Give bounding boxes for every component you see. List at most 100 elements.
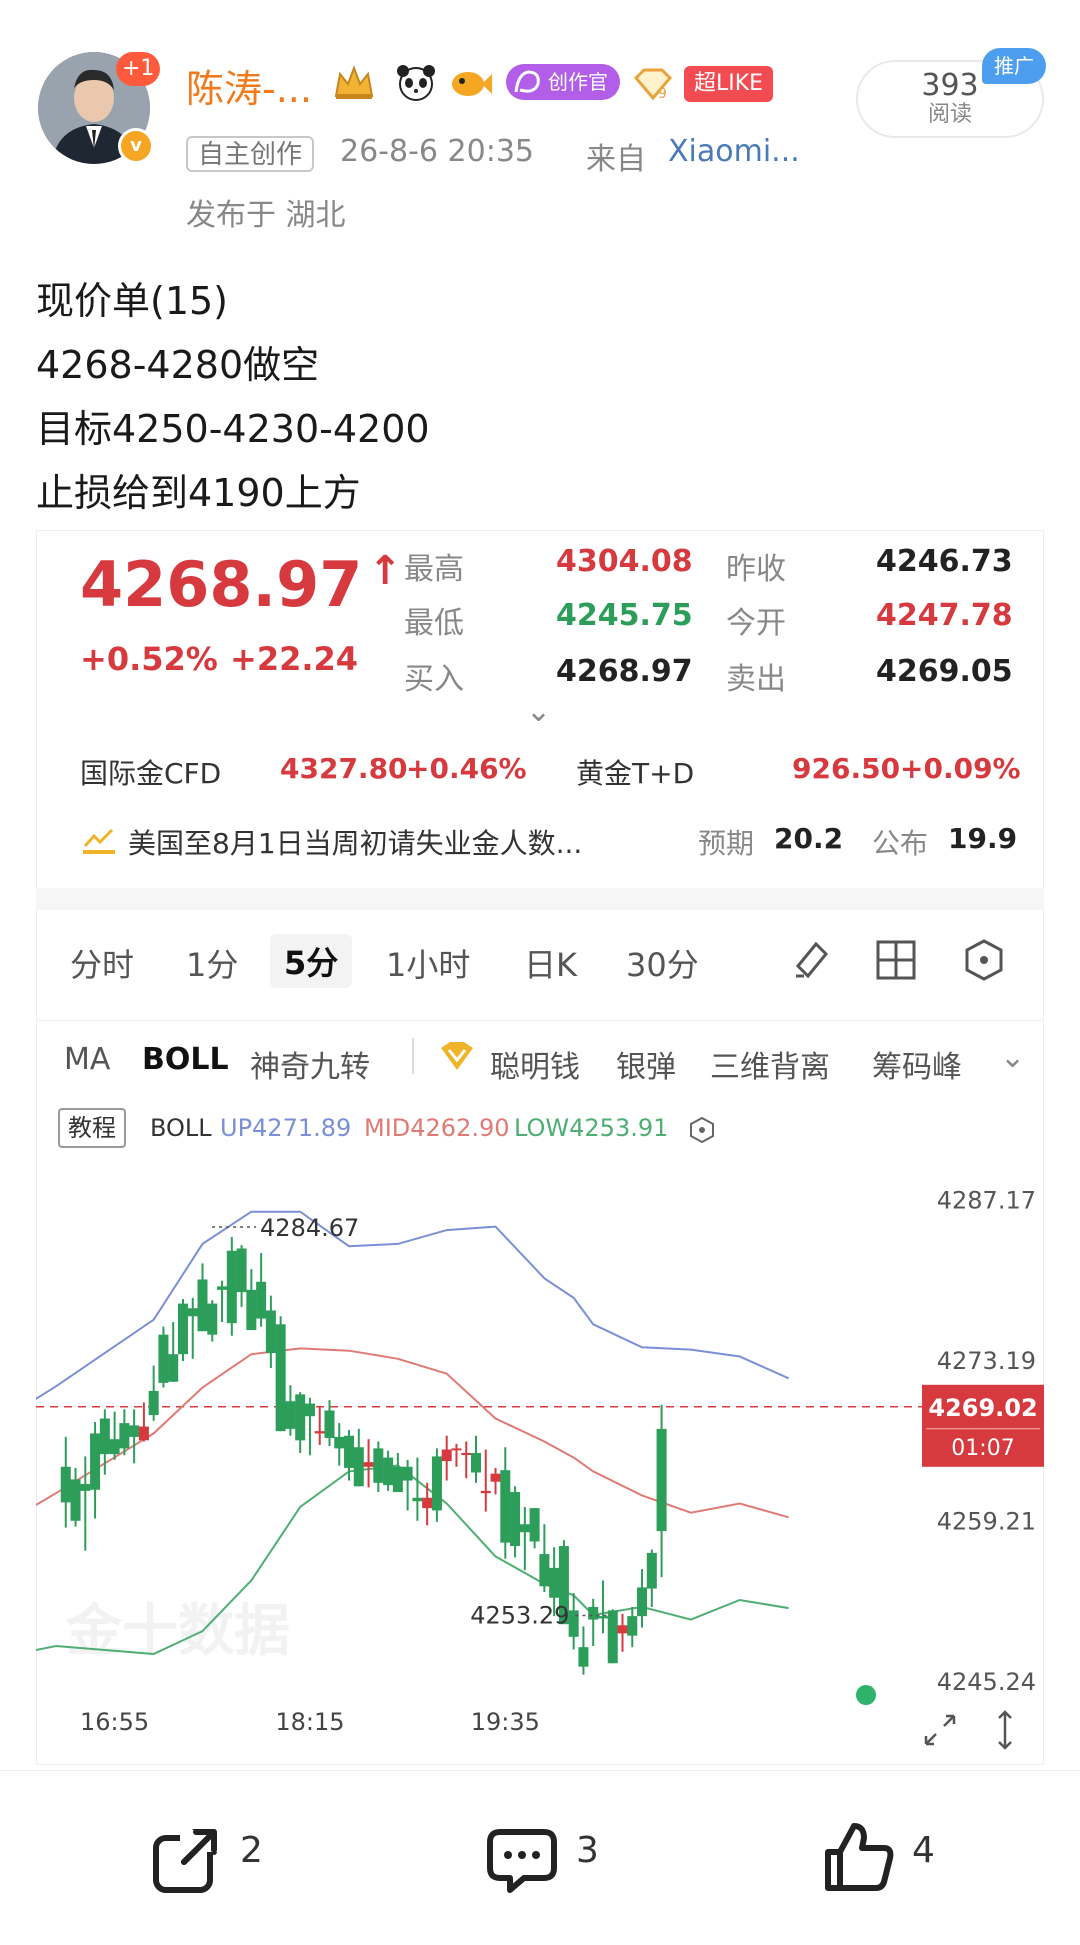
bid-value: 4268.97 [556, 654, 693, 689]
draw-tool-icon[interactable] [790, 936, 834, 984]
section-divider [36, 888, 1044, 910]
high-marker-label: 4284.67 [260, 1214, 359, 1242]
post-line-4: 止损给到4190上方 [36, 471, 361, 515]
td-percent: +0.09% [900, 752, 1021, 785]
indicator-magic-nine[interactable]: 神奇九转 [250, 1042, 370, 1086]
actions-divider [0, 1770, 1080, 1771]
indicator-expand-icon[interactable]: ⌄ [1000, 1040, 1025, 1075]
candle-body [285, 1401, 296, 1429]
tab-30min[interactable]: 30分 [626, 940, 699, 986]
candle-body [304, 1403, 315, 1417]
candle-body [158, 1334, 169, 1383]
candle-body [60, 1466, 71, 1503]
candle-body [246, 1289, 257, 1331]
candle-body [363, 1462, 374, 1467]
comment-count[interactable]: 3 [576, 1830, 599, 1871]
candle-body [490, 1473, 501, 1482]
expect-label: 预期 [698, 827, 755, 860]
candle-body [138, 1426, 149, 1441]
fullscreen-icon[interactable] [920, 1710, 960, 1754]
ask-value: 4269.05 [876, 654, 1013, 689]
layout-grid-icon[interactable] [876, 940, 916, 984]
source-prefix: 来自 [586, 142, 646, 177]
x-tick-label: 18:15 [275, 1708, 344, 1736]
boll-name: BOLL [150, 1114, 212, 1142]
candle-body [539, 1554, 550, 1587]
like-count[interactable]: 4 [912, 1830, 935, 1871]
crown-icon [332, 62, 376, 102]
candle-body [187, 1308, 198, 1317]
y-tick-label: 4245.24 [937, 1668, 1036, 1696]
tab-1min[interactable]: 1分 [186, 940, 238, 986]
comment-icon[interactable] [484, 1822, 560, 1902]
tab-timeshare[interactable]: 分时 [70, 940, 134, 986]
candle-body [588, 1606, 599, 1620]
current-price: 4268.97 ↑ [80, 548, 402, 621]
cfd-label[interactable]: 国际金CFD [80, 752, 221, 792]
news-headline[interactable]: 美国至8月1日当周初请失业金人数... [128, 822, 582, 862]
candle-body [344, 1435, 355, 1468]
expand-chevron-icon[interactable]: ⌄ [526, 694, 551, 729]
vertical-zoom-icon[interactable] [990, 1708, 1020, 1756]
candle-body [461, 1452, 472, 1455]
tab-5min[interactable]: 5分 [270, 934, 353, 988]
indicator-3d-divergence[interactable]: 三维背离 [710, 1042, 830, 1086]
candle-body [441, 1449, 452, 1462]
post-line-3: 目标4250-4230-4200 [36, 407, 430, 451]
settings-hex-icon[interactable] [962, 938, 1006, 986]
candle-body [392, 1466, 403, 1493]
tab-daily[interactable]: 日K [524, 940, 577, 986]
boll-settings-icon[interactable] [688, 1116, 716, 1148]
up-arrow-icon: ↑ [368, 548, 402, 594]
candle-body [656, 1428, 667, 1532]
change-value: +22.24 [230, 640, 359, 678]
expect-value: 20.2 [774, 822, 844, 855]
bid-label: 买入 [404, 662, 464, 697]
candle-body [168, 1354, 179, 1382]
indicator-boll[interactable]: BOLL [142, 1042, 229, 1077]
candle-body [431, 1456, 442, 1511]
like-icon[interactable] [820, 1818, 898, 1900]
candle-body [500, 1470, 511, 1543]
change-percent: +0.52% [80, 640, 218, 678]
candle-body [119, 1423, 130, 1449]
candle-body [265, 1310, 276, 1354]
x-tick-label: 16:55 [80, 1708, 149, 1736]
candle-body [148, 1390, 159, 1416]
indicator-chip-peak[interactable]: 筹码峰 [872, 1042, 962, 1086]
candle-body [226, 1250, 237, 1324]
candle-body [578, 1647, 589, 1667]
high-label: 最高 [404, 552, 464, 587]
indicator-silver-bullet[interactable]: 银弹 [616, 1042, 676, 1086]
boll-low: LOW4253.91 [514, 1114, 669, 1142]
countdown-label: 01:07 [951, 1436, 1014, 1461]
smart-money-icon [438, 1040, 476, 1078]
share-count[interactable]: 2 [240, 1830, 263, 1871]
candle-body [80, 1484, 91, 1491]
candle-body [109, 1439, 120, 1455]
source-link[interactable]: Xiaomi... [668, 134, 800, 169]
candle-body [637, 1587, 648, 1617]
candlestick-chart[interactable]: 金十数据 4287.17 4273.19 4259.21 4245.24 16:55 18… [36, 1160, 1044, 1740]
notification-badge: +1 [116, 52, 161, 86]
candle-body [256, 1281, 267, 1319]
td-label[interactable]: 黄金T+D [576, 752, 694, 792]
td-price: 926.50 [792, 752, 901, 785]
candle-body [383, 1457, 394, 1486]
user-name[interactable]: 陈涛-... [186, 58, 312, 113]
candle-body [549, 1567, 560, 1598]
indicator-smart-money[interactable]: 聪明钱 [490, 1042, 580, 1086]
prev-close-value: 4246.73 [876, 544, 1013, 579]
tab-1hour[interactable]: 1小时 [386, 940, 470, 986]
tutorial-button[interactable]: 教程 [58, 1108, 126, 1148]
promote-badge[interactable]: 推广 [982, 48, 1046, 84]
verified-icon: v [118, 128, 154, 164]
share-icon[interactable] [150, 1822, 224, 1900]
publish-label: 公布 [872, 827, 929, 860]
candle-body [275, 1324, 286, 1432]
indicator-ma[interactable]: MA [64, 1042, 110, 1077]
candle-body [471, 1452, 481, 1473]
post-line-2: 4268-4280做空 [36, 343, 320, 387]
boll-up: UP4271.89 [220, 1114, 352, 1142]
like-badge: 超LIKE [684, 66, 774, 102]
